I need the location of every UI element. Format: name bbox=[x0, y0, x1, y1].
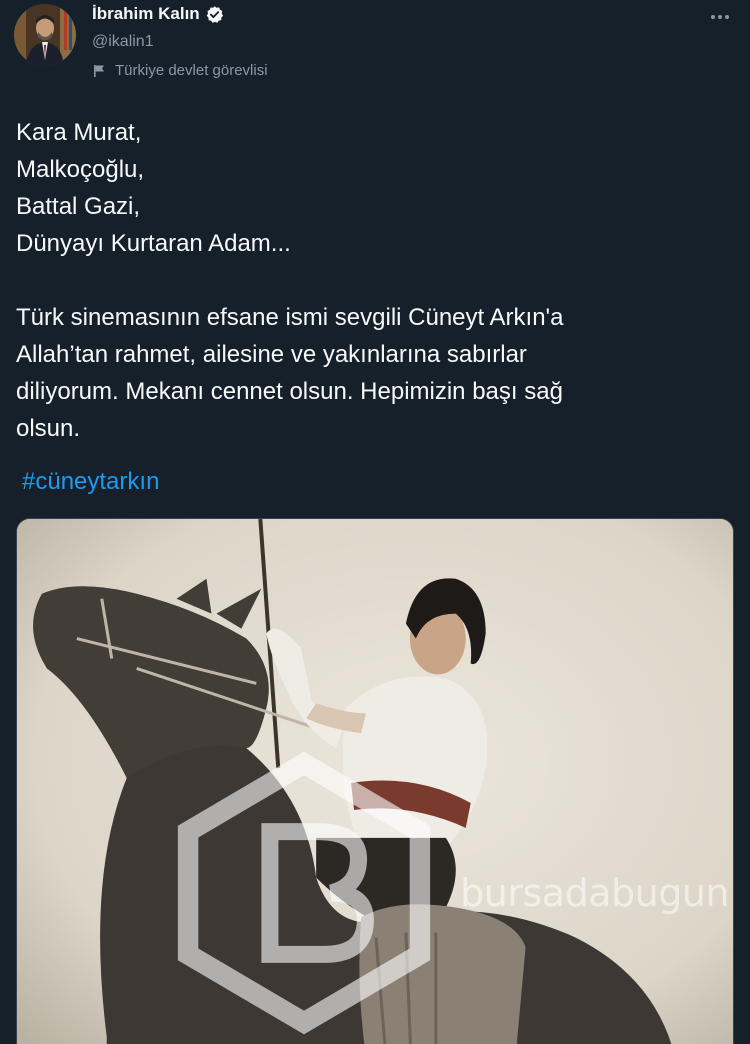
tweet-photo[interactable]: bursadabugun bbox=[16, 518, 734, 1044]
author-name-row: İbrahim Kalın bbox=[92, 4, 224, 24]
government-label-text: Türkiye devlet görevlisi bbox=[115, 62, 268, 79]
more-dot bbox=[711, 15, 715, 19]
more-dot bbox=[718, 15, 722, 19]
verified-badge-icon bbox=[206, 5, 223, 23]
tweet-line: Allah’tan rahmet, ailesine ve yakınların… bbox=[16, 341, 527, 368]
hashtag-link[interactable]: #cüneytarkın bbox=[22, 468, 159, 496]
tweet-line: Malkoçoğlu, bbox=[16, 156, 145, 183]
government-label[interactable]: Türkiye devlet görevlisi bbox=[92, 62, 268, 79]
author-display-name[interactable]: İbrahim Kalın bbox=[92, 4, 200, 24]
tweet-text: Kara Murat, Malkoçoğlu, Battal Gazi, Dün… bbox=[16, 114, 716, 447]
tweet-line: Dünyayı Kurtaran Adam... bbox=[16, 230, 291, 257]
flag-icon bbox=[94, 64, 104, 77]
tweet-line: Battal Gazi, bbox=[16, 193, 141, 220]
more-dot bbox=[725, 15, 729, 19]
author-handle[interactable]: @ikalin1 bbox=[92, 33, 154, 51]
tweet: İbrahim Kalın @ikalin1 Türkiye devlet gö… bbox=[0, 0, 750, 1044]
avatar[interactable] bbox=[14, 4, 76, 66]
tweet-line: diliyorum. Mekanı cennet olsun. Hepimizi… bbox=[16, 378, 563, 405]
tweet-line: olsun. bbox=[16, 415, 81, 442]
watermark-logo-icon bbox=[178, 751, 431, 1035]
watermark: bursadabugun bbox=[154, 743, 729, 1043]
tweet-line: Kara Murat, bbox=[16, 119, 142, 146]
more-icon[interactable] bbox=[706, 6, 734, 28]
tweet-line: Türk sinemasının efsane ismi sevgili Cün… bbox=[16, 304, 564, 331]
avatar-image bbox=[14, 4, 76, 66]
watermark-text: bursadabugun bbox=[460, 871, 729, 915]
